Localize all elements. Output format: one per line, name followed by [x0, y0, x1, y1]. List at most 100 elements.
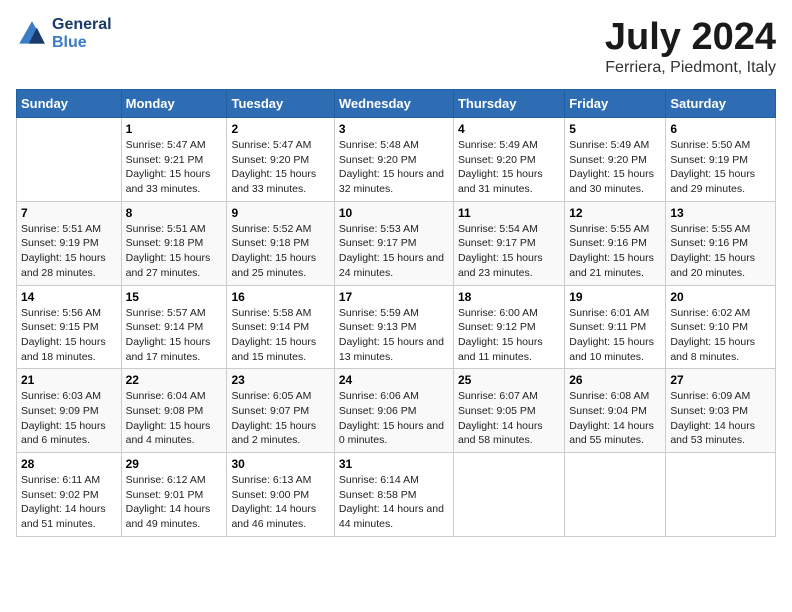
day-cell-16: 16 Sunrise: 5:58 AMSunset: 9:14 PMDayligh…: [227, 285, 334, 369]
day-info: Sunrise: 5:58 AMSunset: 9:14 PMDaylight:…: [231, 306, 329, 365]
day-cell-20: 20 Sunrise: 6:02 AMSunset: 9:10 PMDayligh…: [666, 285, 776, 369]
day-info: Sunrise: 5:55 AMSunset: 9:16 PMDaylight:…: [569, 222, 661, 281]
day-number: 2: [231, 122, 329, 136]
day-info: Sunrise: 6:04 AMSunset: 9:08 PMDaylight:…: [126, 389, 223, 448]
day-info: Sunrise: 5:53 AMSunset: 9:17 PMDaylight:…: [339, 222, 449, 281]
day-number: 27: [670, 373, 771, 387]
day-info: Sunrise: 5:55 AMSunset: 9:16 PMDaylight:…: [670, 222, 771, 281]
week-row-5: 28 Sunrise: 6:11 AMSunset: 9:02 PMDayligh…: [17, 453, 776, 537]
day-info: Sunrise: 6:09 AMSunset: 9:03 PMDaylight:…: [670, 389, 771, 448]
day-number: 11: [458, 206, 560, 220]
logo-text: General Blue: [52, 16, 112, 52]
day-number: 31: [339, 457, 449, 471]
day-cell-9: 9 Sunrise: 5:52 AMSunset: 9:18 PMDaylight…: [227, 201, 334, 285]
day-cell-27: 27 Sunrise: 6:09 AMSunset: 9:03 PMDayligh…: [666, 369, 776, 453]
day-number: 9: [231, 206, 329, 220]
day-cell-6: 6Sunrise: 5:50 AMSunset: 9:19 PMDaylight…: [666, 118, 776, 202]
day-number: 15: [126, 290, 223, 304]
day-info: Sunrise: 6:06 AMSunset: 9:06 PMDaylight:…: [339, 389, 449, 448]
day-number: 1: [126, 122, 223, 136]
day-number: 20: [670, 290, 771, 304]
day-number: 18: [458, 290, 560, 304]
header-saturday: Saturday: [666, 90, 776, 118]
day-number: 22: [126, 373, 223, 387]
day-info: Sunrise: 6:14 AMSunset: 8:58 PMDaylight:…: [339, 473, 449, 532]
day-number: 4: [458, 122, 560, 136]
day-number: 24: [339, 373, 449, 387]
day-cell-25: 25Sunrise: 6:07 AMSunset: 9:05 PMDayligh…: [453, 369, 564, 453]
day-number: 26: [569, 373, 661, 387]
day-cell-26: 26 Sunrise: 6:08 AMSunset: 9:04 PMDayligh…: [565, 369, 666, 453]
day-info: Sunrise: 6:00 AMSunset: 9:12 PMDaylight:…: [458, 306, 560, 365]
day-info: Sunrise: 5:49 AMSunset: 9:20 PMDaylight:…: [569, 138, 661, 197]
header-friday: Friday: [565, 90, 666, 118]
day-number: 6: [670, 122, 771, 136]
day-info: Sunrise: 5:56 AMSunset: 9:15 PMDaylight:…: [21, 306, 117, 365]
day-info: Sunrise: 5:59 AMSunset: 9:13 PMDaylight:…: [339, 306, 449, 365]
day-number: 23: [231, 373, 329, 387]
day-info: Sunrise: 5:48 AMSunset: 9:20 PMDaylight:…: [339, 138, 449, 197]
week-row-3: 14 Sunrise: 5:56 AMSunset: 9:15 PMDayligh…: [17, 285, 776, 369]
day-number: 7: [21, 206, 117, 220]
week-row-2: 7Sunrise: 5:51 AMSunset: 9:19 PMDaylight…: [17, 201, 776, 285]
title-block: July 2024 Ferriera, Piedmont, Italy: [605, 16, 776, 77]
day-cell-30: 30 Sunrise: 6:13 AMSunset: 9:00 PMDayligh…: [227, 453, 334, 537]
day-cell-21: 21Sunrise: 6:03 AMSunset: 9:09 PMDayligh…: [17, 369, 122, 453]
header-thursday: Thursday: [453, 90, 564, 118]
day-cell-18: 18 Sunrise: 6:00 AMSunset: 9:12 PMDayligh…: [453, 285, 564, 369]
week-row-1: 1Sunrise: 5:47 AMSunset: 9:21 PMDaylight…: [17, 118, 776, 202]
day-number: 14: [21, 290, 117, 304]
day-info: Sunrise: 6:13 AMSunset: 9:00 PMDaylight:…: [231, 473, 329, 532]
subtitle: Ferriera, Piedmont, Italy: [605, 59, 776, 77]
day-cell-1: 1Sunrise: 5:47 AMSunset: 9:21 PMDaylight…: [121, 118, 227, 202]
day-number: 16: [231, 290, 329, 304]
day-cell-10: 10 Sunrise: 5:53 AMSunset: 9:17 PMDayligh…: [334, 201, 453, 285]
day-number: 8: [126, 206, 223, 220]
day-number: 21: [21, 373, 117, 387]
day-cell-29: 29Sunrise: 6:12 AMSunset: 9:01 PMDayligh…: [121, 453, 227, 537]
day-cell-11: 11 Sunrise: 5:54 AMSunset: 9:17 PMDayligh…: [453, 201, 564, 285]
day-number: 12: [569, 206, 661, 220]
day-cell-7: 7Sunrise: 5:51 AMSunset: 9:19 PMDaylight…: [17, 201, 122, 285]
day-info: Sunrise: 6:12 AMSunset: 9:01 PMDaylight:…: [126, 473, 223, 532]
day-cell-31: 31 Sunrise: 6:14 AMSunset: 8:58 PMDayligh…: [334, 453, 453, 537]
week-row-4: 21Sunrise: 6:03 AMSunset: 9:09 PMDayligh…: [17, 369, 776, 453]
day-cell-13: 13 Sunrise: 5:55 AMSunset: 9:16 PMDayligh…: [666, 201, 776, 285]
day-number: 19: [569, 290, 661, 304]
day-number: 28: [21, 457, 117, 471]
day-cell-28: 28 Sunrise: 6:11 AMSunset: 9:02 PMDayligh…: [17, 453, 122, 537]
calendar-header-row: SundayMondayTuesdayWednesdayThursdayFrid…: [17, 90, 776, 118]
header-wednesday: Wednesday: [334, 90, 453, 118]
page-header: General Blue July 2024 Ferriera, Piedmon…: [16, 16, 776, 77]
day-info: Sunrise: 6:08 AMSunset: 9:04 PMDaylight:…: [569, 389, 661, 448]
day-info: Sunrise: 6:11 AMSunset: 9:02 PMDaylight:…: [21, 473, 117, 532]
day-info: Sunrise: 6:02 AMSunset: 9:10 PMDaylight:…: [670, 306, 771, 365]
day-number: 13: [670, 206, 771, 220]
day-info: Sunrise: 5:47 AMSunset: 9:20 PMDaylight:…: [231, 138, 329, 197]
day-info: Sunrise: 5:49 AMSunset: 9:20 PMDaylight:…: [458, 138, 560, 197]
day-cell-12: 12 Sunrise: 5:55 AMSunset: 9:16 PMDayligh…: [565, 201, 666, 285]
day-cell-19: 19Sunrise: 6:01 AMSunset: 9:11 PMDayligh…: [565, 285, 666, 369]
main-title: July 2024: [605, 16, 776, 59]
day-info: Sunrise: 5:57 AMSunset: 9:14 PMDaylight:…: [126, 306, 223, 365]
day-number: 30: [231, 457, 329, 471]
empty-cell: [666, 453, 776, 537]
header-monday: Monday: [121, 90, 227, 118]
day-info: Sunrise: 5:54 AMSunset: 9:17 PMDaylight:…: [458, 222, 560, 281]
day-cell-8: 8 Sunrise: 5:51 AMSunset: 9:18 PMDaylight…: [121, 201, 227, 285]
day-info: Sunrise: 5:51 AMSunset: 9:18 PMDaylight:…: [126, 222, 223, 281]
day-cell-14: 14 Sunrise: 5:56 AMSunset: 9:15 PMDayligh…: [17, 285, 122, 369]
day-number: 3: [339, 122, 449, 136]
day-number: 10: [339, 206, 449, 220]
day-cell-23: 23Sunrise: 6:05 AMSunset: 9:07 PMDayligh…: [227, 369, 334, 453]
day-info: Sunrise: 5:52 AMSunset: 9:18 PMDaylight:…: [231, 222, 329, 281]
day-cell-3: 3 Sunrise: 5:48 AMSunset: 9:20 PMDaylight…: [334, 118, 453, 202]
day-cell-15: 15 Sunrise: 5:57 AMSunset: 9:14 PMDayligh…: [121, 285, 227, 369]
logo-icon: [16, 18, 48, 50]
header-sunday: Sunday: [17, 90, 122, 118]
day-cell-2: 2 Sunrise: 5:47 AMSunset: 9:20 PMDaylight…: [227, 118, 334, 202]
empty-cell: [453, 453, 564, 537]
empty-cell: [565, 453, 666, 537]
day-number: 25: [458, 373, 560, 387]
empty-cell: [17, 118, 122, 202]
